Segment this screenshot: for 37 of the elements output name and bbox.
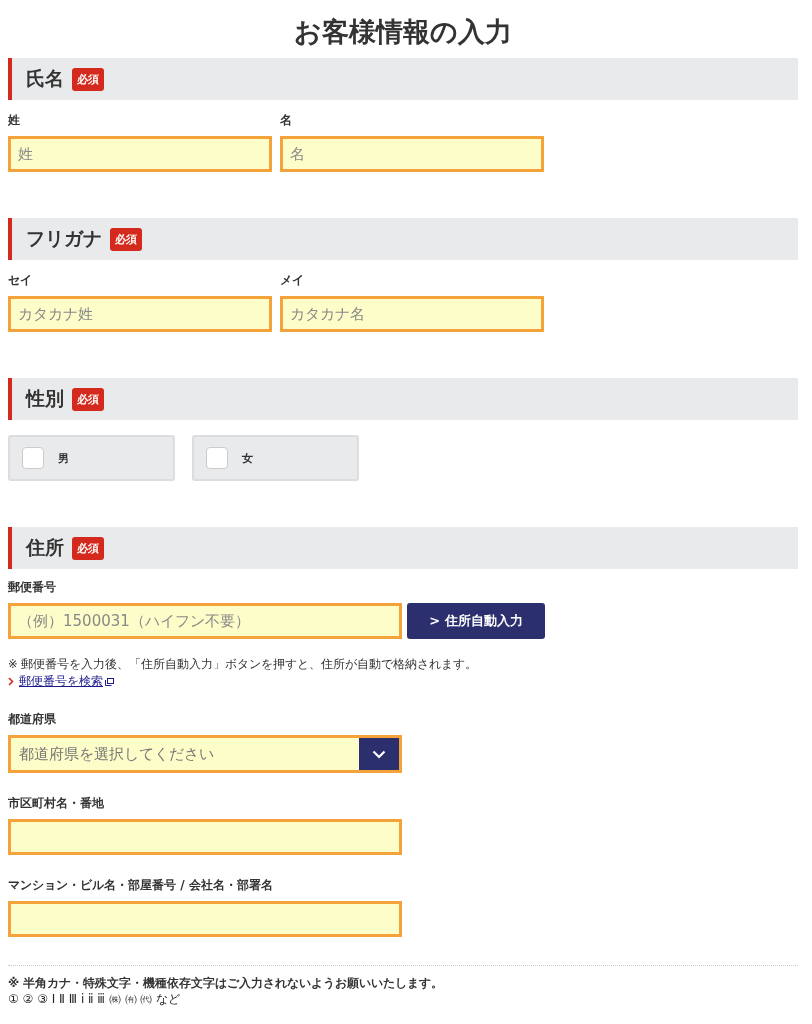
required-badge: 必須 bbox=[72, 67, 104, 91]
required-badge: 必須 bbox=[72, 536, 104, 560]
section-title: 氏名 bbox=[26, 66, 64, 91]
text-field[interactable]: カタカナ名 bbox=[280, 296, 544, 332]
text-field[interactable]: 名 bbox=[280, 136, 544, 172]
search-link[interactable]: 郵便番号を検索 bbox=[19, 674, 114, 689]
field-label: 郵便番号 bbox=[8, 579, 57, 596]
field-label: 市区町村名・番地 bbox=[8, 795, 105, 812]
checkbox-option[interactable]: 女 bbox=[192, 435, 359, 481]
postal-code-field[interactable]: （例）1500031（ハイフン不要） bbox=[8, 603, 402, 639]
external-link-icon bbox=[105, 677, 114, 686]
footnote-text: ※ 半角カナ・特殊文字・機種依存文字はご入力されないようお願いいたします。 bbox=[8, 976, 445, 991]
example-characters: ① ② ③ Ⅰ Ⅱ Ⅲ ⅰ ⅱ ⅲ ㈱ ㈲ ㈹ など bbox=[8, 991, 182, 1008]
field-label: セイ bbox=[8, 272, 33, 289]
chevron-right-icon bbox=[8, 677, 14, 686]
required-badge: 必須 bbox=[110, 227, 142, 251]
checkbox-option[interactable]: 男 bbox=[8, 435, 175, 481]
text-field[interactable]: 姓 bbox=[8, 136, 272, 172]
select-field[interactable]: 都道府県を選択してください bbox=[8, 735, 402, 773]
field-label: 姓 bbox=[8, 112, 21, 129]
section-title: 性別 bbox=[26, 386, 64, 411]
chevron-down-icon bbox=[372, 749, 386, 759]
field-label: マンション・ビル名・部屋番号 / 会社名・部署名 bbox=[8, 877, 274, 894]
required-badge: 必須 bbox=[72, 387, 104, 411]
checkbox[interactable] bbox=[22, 447, 44, 469]
text-field[interactable] bbox=[8, 901, 402, 937]
section-title: 住所 bbox=[26, 535, 64, 560]
text-field[interactable] bbox=[8, 819, 402, 855]
text-field[interactable]: カタカナ姓 bbox=[8, 296, 272, 332]
field-label: 名 bbox=[280, 112, 293, 129]
note-text: ※ 郵便番号を入力後、「住所自動入力」ボタンを押すと、住所が自動で格納されます。 bbox=[8, 657, 479, 672]
checkbox[interactable] bbox=[206, 447, 228, 469]
section-title: フリガナ bbox=[26, 226, 102, 251]
page-title: お客様情報の入力 bbox=[293, 15, 513, 49]
field-label: 都道府県 bbox=[8, 711, 57, 728]
field-label: メイ bbox=[280, 272, 305, 289]
address-autofill-button[interactable]: > 住所自動入力 bbox=[407, 603, 545, 639]
